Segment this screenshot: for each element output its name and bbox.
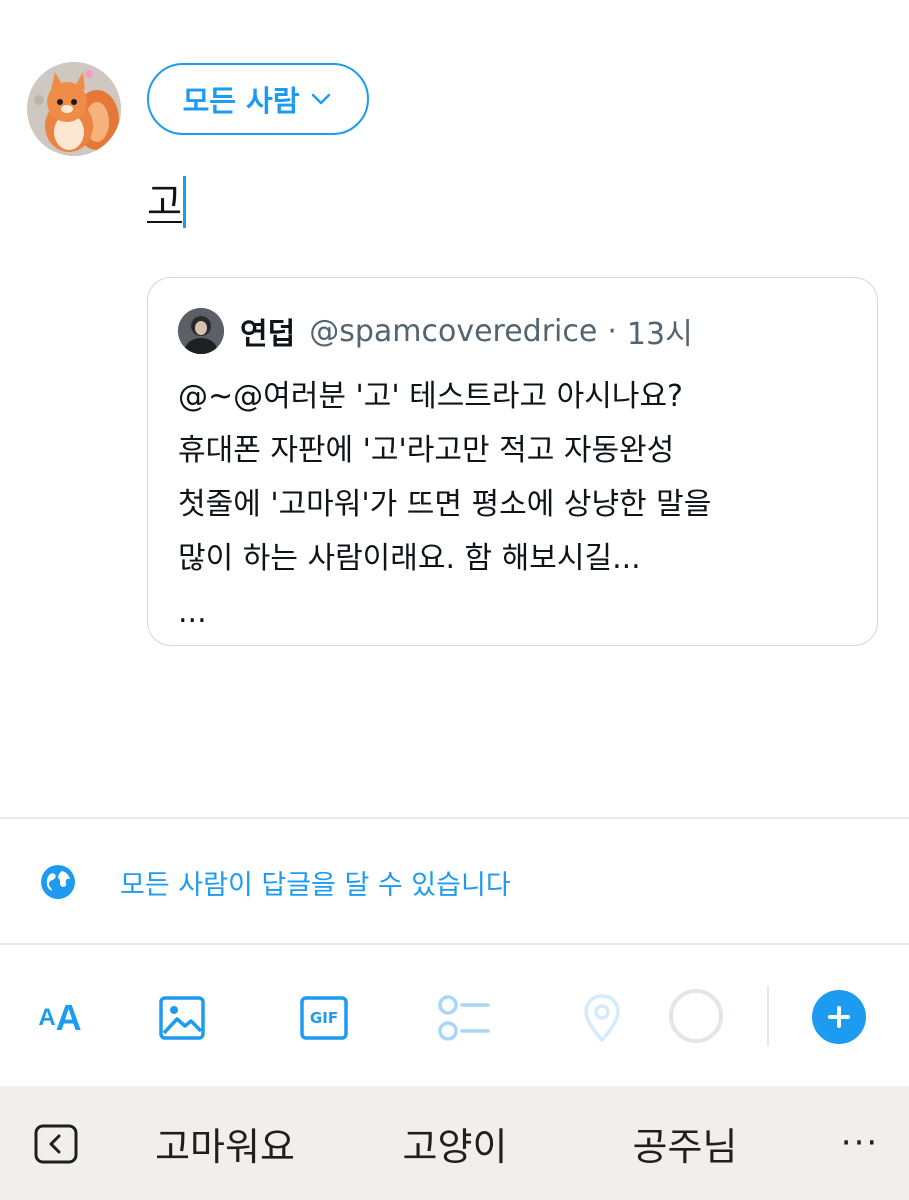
globe-icon (41, 865, 75, 899)
progress-ring-icon (669, 989, 723, 1043)
suggestion-item[interactable]: 고마워요 (112, 1086, 338, 1200)
quoted-author-name: 연덥 (240, 317, 296, 352)
quoted-tweet-text: @~@여러분 '고' 테스트라고 아시나요? 휴대폰 자판에 '고'라고만 적고… (178, 370, 858, 640)
quoted-text-line: ... (178, 595, 207, 630)
chevron-down-icon (312, 93, 331, 105)
character-count-ring (668, 988, 724, 1044)
add-poll-button (436, 990, 492, 1046)
divider (0, 943, 909, 945)
audience-selector-button[interactable]: 모든 사람 (147, 63, 369, 135)
dot-separator: · (607, 313, 617, 349)
add-location-button (574, 990, 630, 1046)
person-avatar-icon (178, 308, 224, 354)
text-caret (182, 176, 186, 228)
plus-icon (828, 1006, 850, 1028)
suggestion-item[interactable]: 고양이 (340, 1086, 570, 1200)
keyboard-suggestion-bar: 고마워요 고양이 공주님 ··· (0, 1086, 909, 1200)
suggestion-item[interactable]: 공주님 (572, 1086, 798, 1200)
gif-label: GIF (309, 1009, 339, 1027)
toolbar-separator (767, 986, 769, 1046)
squirrel-avatar-icon (27, 62, 121, 156)
quoted-text-line: 많이 하는 사람이래요. 함 해보시길... (178, 541, 641, 576)
tweet-compose-input[interactable]: 고 (147, 176, 186, 228)
text-size-small-a: A (38, 1004, 56, 1031)
audience-label: 모든 사람 (182, 84, 300, 118)
divider (0, 817, 909, 819)
more-suggestions-button[interactable]: ··· (820, 1086, 900, 1200)
quoted-author-handle: @spamcoveredrice (309, 313, 598, 349)
location-pin-icon (584, 994, 620, 1043)
quoted-text-line: @~@여러분 '고' 테스트라고 아시나요? (178, 379, 683, 414)
quoted-tweet-header: 연덥 @spamcoveredrice · 13시 (240, 308, 693, 354)
poll-icon (438, 995, 490, 1041)
back-bracket-icon (34, 1124, 78, 1164)
user-avatar[interactable] (27, 62, 121, 156)
quoted-author-avatar (178, 308, 224, 354)
add-image-button[interactable] (154, 990, 210, 1046)
quoted-tweet-card[interactable]: 연덥 @spamcoveredrice · 13시 @~@여러분 '고' 테스트… (147, 277, 878, 646)
image-icon (159, 996, 205, 1040)
reply-setting-button[interactable]: 모든 사람이 답글을 달 수 있습니다 (38, 858, 511, 906)
text-size-button[interactable]: AA (32, 990, 88, 1046)
quoted-tweet-time: 13시 (626, 317, 693, 352)
text-size-large-a: A (55, 997, 82, 1038)
add-thread-button[interactable] (812, 990, 866, 1044)
composed-text: 고 (147, 180, 182, 224)
reply-setting-label: 모든 사람이 답글을 달 수 있습니다 (120, 869, 511, 901)
keyboard-back-button[interactable] (34, 1124, 78, 1164)
quoted-text-line: 휴대폰 자판에 '고'라고만 적고 자동완성 (178, 433, 675, 468)
add-gif-button[interactable]: GIF (296, 990, 352, 1046)
quoted-text-line: 첫줄에 '고마워'가 뜨면 평소에 상냥한 말을 (178, 487, 712, 522)
